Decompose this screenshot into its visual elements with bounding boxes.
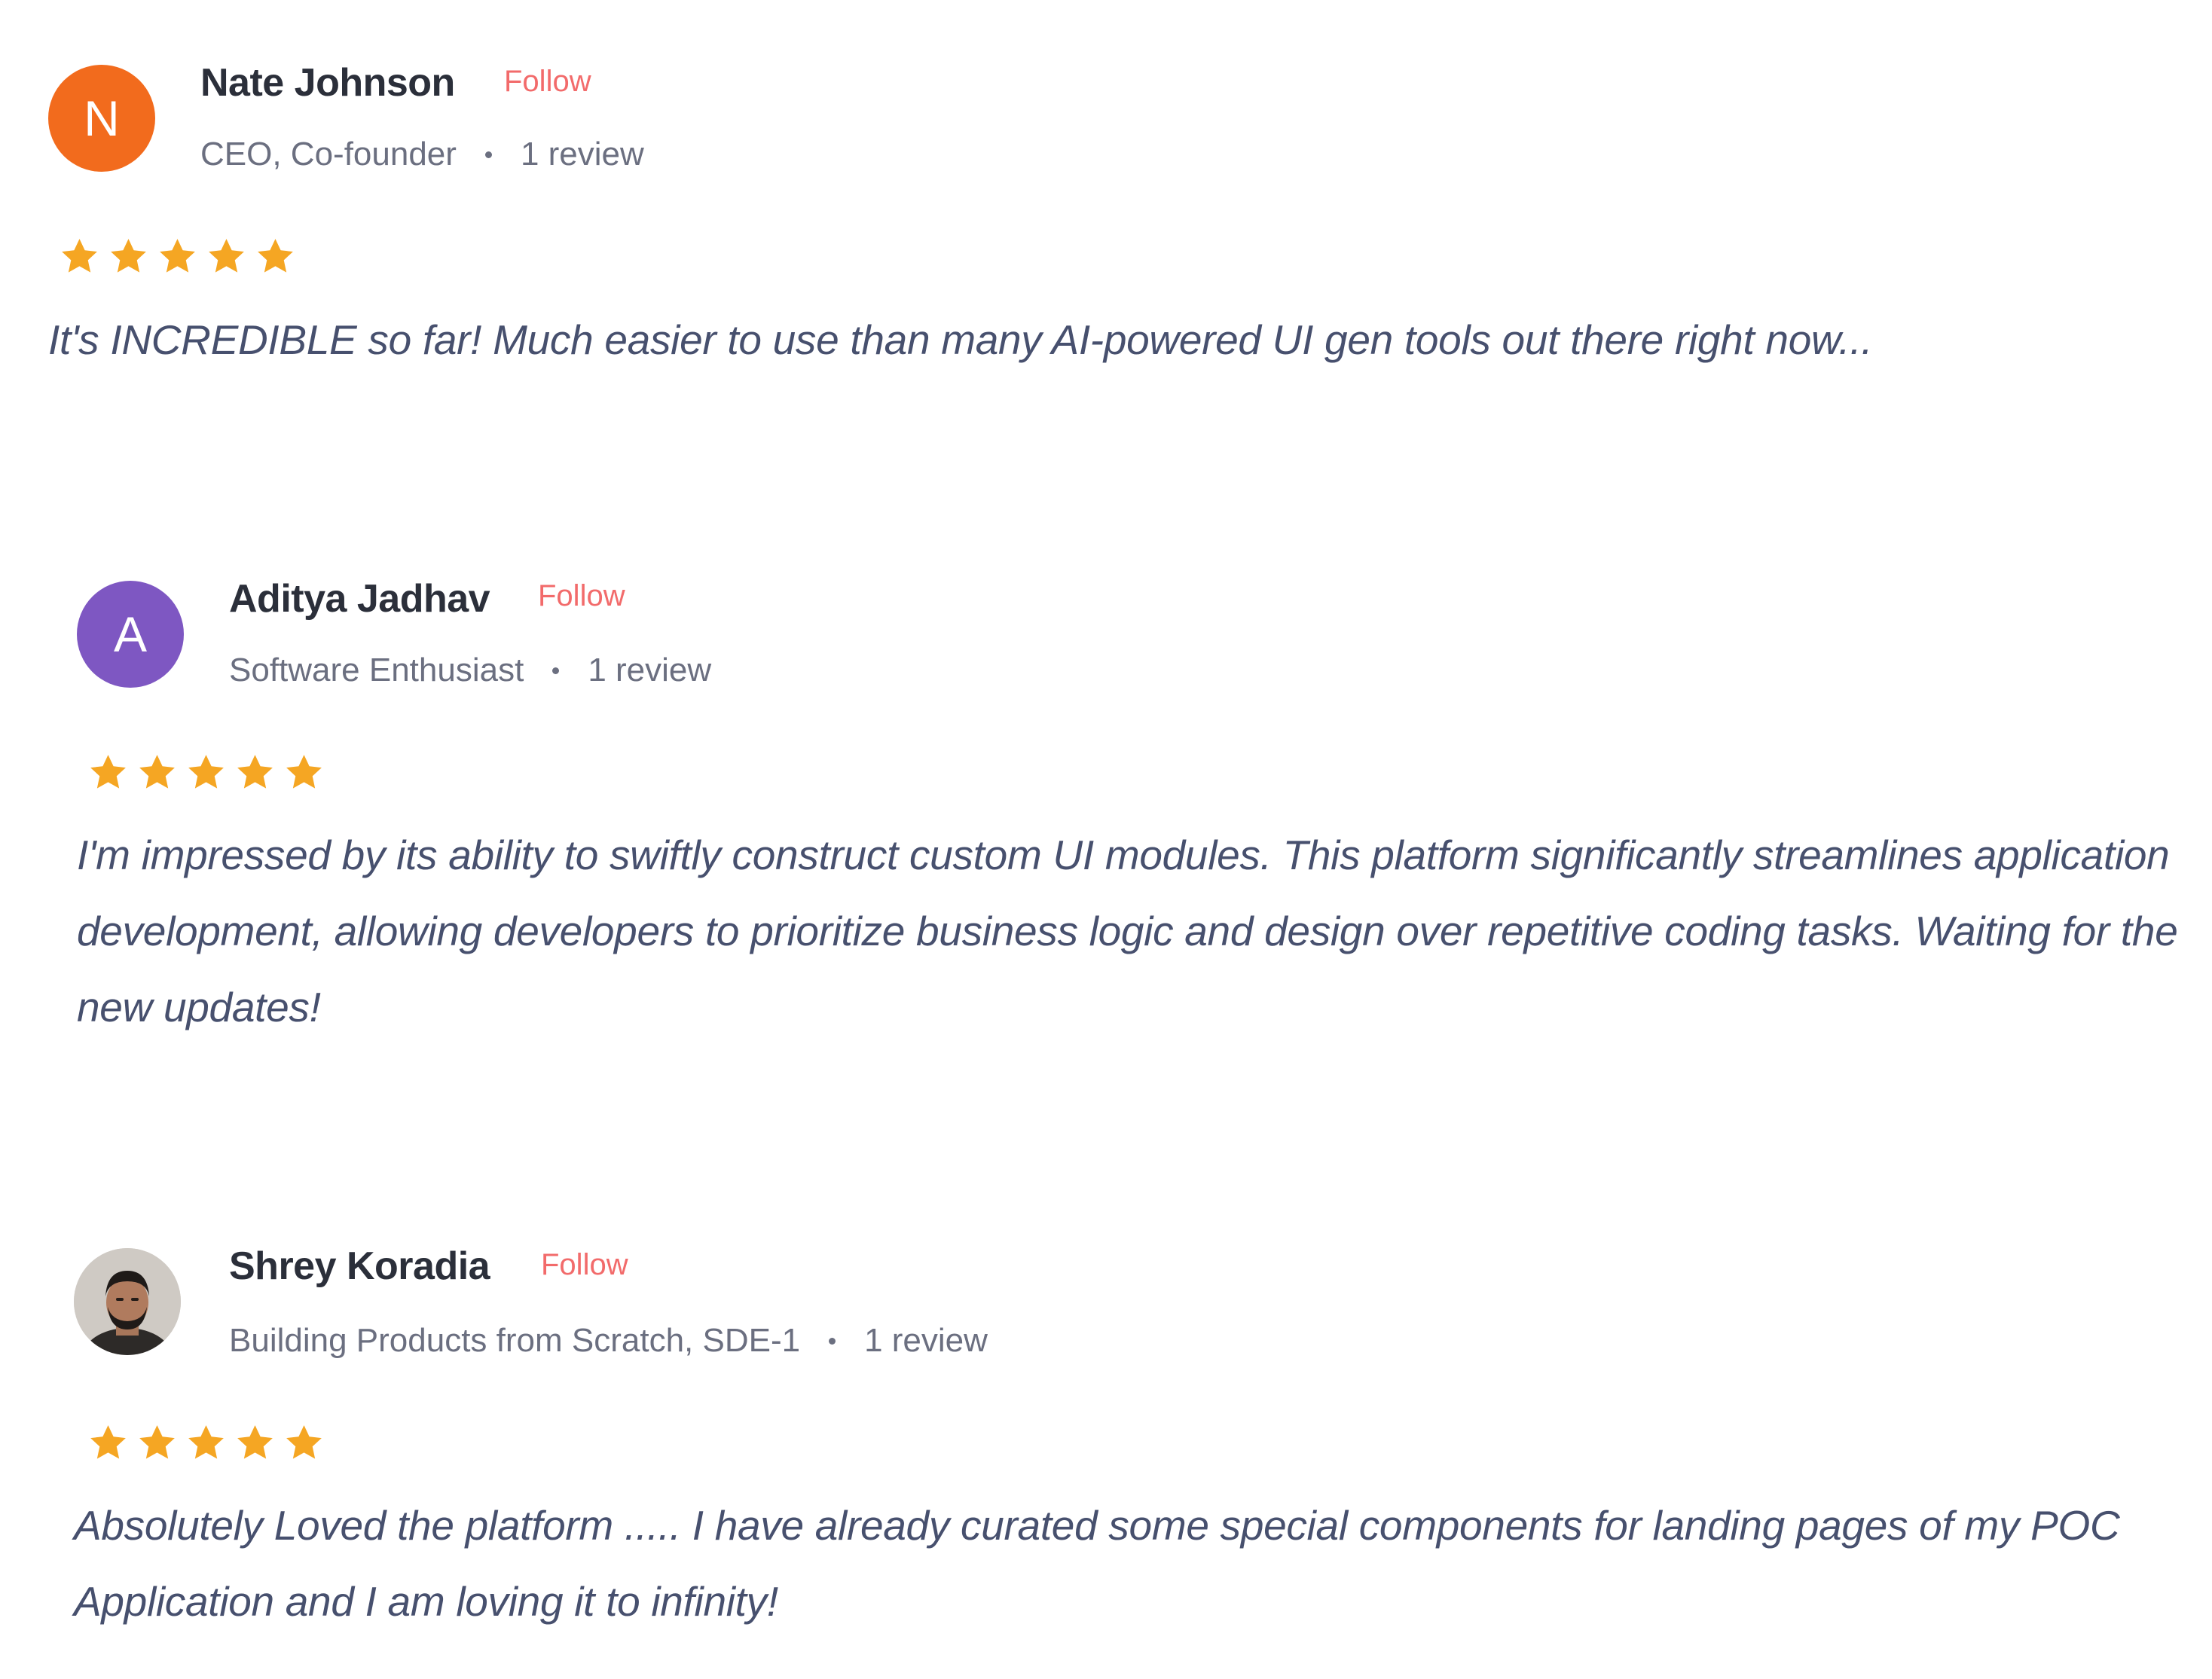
reviewer-name[interactable]: Shrey Koradia [229,1244,490,1289]
star-icon [209,239,244,273]
reviewer-meta: CEO, Co-founder 1 review [200,136,644,173]
reviewer-meta: Software Enthusiast 1 review [229,652,711,689]
review-count[interactable]: 1 review [588,652,711,689]
review-text: It's INCREDIBLE so far! Much easier to u… [48,316,1873,363]
avatar[interactable]: A [77,581,184,688]
separator-dot [484,151,492,158]
avatar[interactable]: N [48,65,155,172]
star-icon [188,1425,224,1459]
reviewer-title: CEO, Co-founder [200,136,457,172]
review-count[interactable]: 1 review [864,1322,988,1360]
star-icon [111,239,146,273]
star-icon [237,755,273,789]
follow-button[interactable]: Follow [541,1248,628,1282]
star-icon [258,239,293,273]
star-icon [188,755,224,789]
separator-dot [552,667,560,674]
reviewer-title: Software Enthusiast [229,652,524,688]
star-icon [237,1425,273,1459]
star-rating [87,752,325,793]
profile-photo-icon [74,1248,181,1355]
avatar[interactable] [74,1248,181,1355]
follow-button[interactable]: Follow [504,65,591,99]
separator-dot [829,1337,836,1345]
avatar-initial: A [113,606,148,662]
star-icon [286,755,322,789]
reviewer-meta: Building Products from Scratch, SDE-1 1 … [229,1322,988,1360]
review-text: Absolutely Loved the platform ..... I ha… [74,1502,2120,1625]
reviewer-name[interactable]: Nate Johnson [200,60,455,105]
star-icon [90,1425,126,1459]
reviewer-name[interactable]: Aditya Jadhav [229,576,490,621]
follow-button[interactable]: Follow [538,579,625,613]
review-text: I'm impressed by its ability to swiftly … [77,832,2178,1030]
star-icon [139,1425,175,1459]
star-icon [139,755,175,789]
star-icon [62,239,97,273]
star-icon [90,755,126,789]
review-count[interactable]: 1 review [521,136,644,173]
star-icon [160,239,195,273]
avatar-initial: N [84,90,120,146]
star-icon [286,1425,322,1459]
reviewer-title: Building Products from Scratch, SDE-1 [229,1322,801,1359]
star-rating [87,1422,325,1464]
star-rating [59,236,296,277]
